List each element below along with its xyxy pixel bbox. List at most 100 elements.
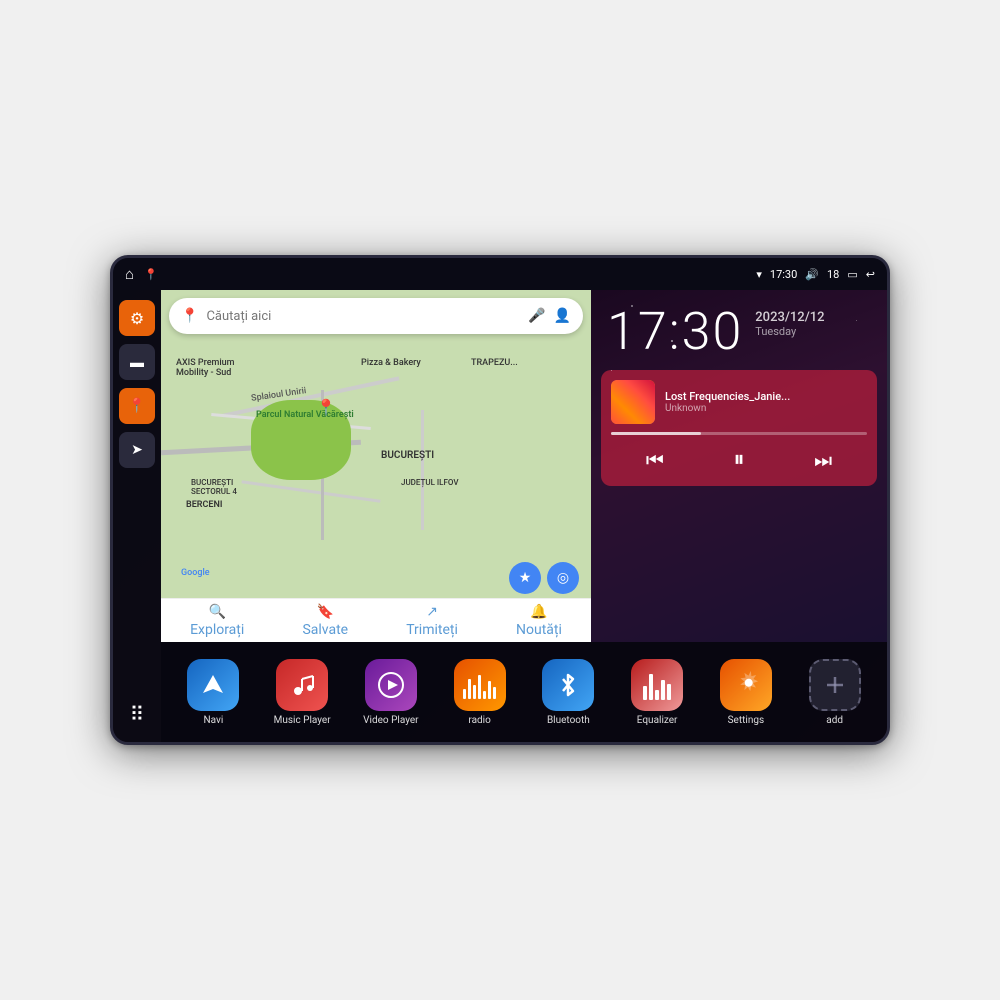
music-controls: ⏮ ⏸ ⏭ — [611, 443, 867, 476]
app-equalizer[interactable]: Equalizer — [622, 659, 692, 726]
music-info: Lost Frequencies_Janie... Unknown — [611, 380, 867, 424]
sidebar: ⚙ ▬ 📍 ➤ ⠿ — [113, 290, 161, 742]
news-label: Noutăți — [516, 622, 562, 638]
map-icon: 📍 — [128, 398, 145, 414]
bluetooth-icon — [542, 659, 594, 711]
map-road — [421, 410, 424, 530]
explore-label: Explorați — [190, 622, 244, 638]
sidebar-files-btn[interactable]: ▬ — [119, 344, 155, 380]
wifi-icon: ▾ — [756, 268, 762, 281]
device: ⌂ 📍 ▾ 17:30 🔊 18 ▭ ↩ ⚙ ▬ 📍 — [110, 255, 890, 745]
add-icon — [809, 659, 861, 711]
sidebar-settings-btn[interactable]: ⚙ — [119, 300, 155, 336]
map-label-buc: BUCUREȘTI — [381, 450, 434, 461]
back-icon[interactable]: ↩ — [866, 268, 875, 281]
account-icon[interactable]: 👤 — [554, 308, 571, 324]
content-area: AXIS PremiumMobility - Sud Pizza & Baker… — [161, 290, 887, 742]
map-saved-btn[interactable]: 🔖 Salvate — [302, 604, 348, 638]
grid-icon: ⠿ — [130, 702, 145, 726]
music-text: Lost Frequencies_Janie... Unknown — [665, 390, 867, 414]
right-panel: 17:30 2023/12/12 Tuesday — [591, 290, 887, 642]
map-news-btn[interactable]: 🔔 Noutăți — [516, 604, 562, 638]
clock-time: 17:30 — [607, 306, 743, 358]
time-display: 17:30 — [770, 268, 797, 281]
battery-number: 18 — [827, 268, 839, 281]
sidebar-maps-btn[interactable]: 📍 — [119, 388, 155, 424]
album-art — [611, 380, 655, 424]
map-location-pin: 📍 — [316, 398, 336, 417]
google-maps-icon: 📍 — [181, 308, 198, 324]
map-label-sector: BUCUREȘTISECTORUL 4 — [191, 478, 237, 496]
home-icon[interactable]: ⌂ — [125, 265, 134, 283]
app-music-player[interactable]: Music Player — [267, 659, 337, 726]
music-player-icon — [276, 659, 328, 711]
main-area: ⚙ ▬ 📍 ➤ ⠿ — [113, 290, 887, 742]
files-icon: ▬ — [130, 354, 144, 371]
prev-track-btn[interactable]: ⏮ — [638, 444, 672, 476]
app-add[interactable]: add — [800, 659, 870, 726]
star — [856, 320, 857, 321]
bluetooth-label: Bluetooth — [547, 715, 590, 726]
navi-icon — [187, 659, 239, 711]
clock-section: 17:30 2023/12/12 Tuesday — [591, 290, 887, 366]
date-display: 2023/12/12 — [755, 310, 824, 325]
status-bar: ⌂ 📍 ▾ 17:30 🔊 18 ▭ ↩ — [113, 258, 887, 290]
map-label-trap: TRAPEZU... — [471, 358, 518, 368]
music-player-label: Music Player — [274, 715, 331, 726]
volume-icon: 🔊 — [805, 268, 819, 281]
map-explore-btn[interactable]: 🔍 Explorați — [190, 604, 244, 638]
nav-icon: ➤ — [131, 442, 143, 458]
app-navi[interactable]: Navi — [178, 659, 248, 726]
video-player-icon — [365, 659, 417, 711]
status-right: ▾ 17:30 🔊 18 ▭ ↩ — [756, 268, 875, 281]
music-artist: Unknown — [665, 403, 867, 414]
settings-icon: ⚙ — [130, 309, 144, 328]
pause-btn[interactable]: ⏸ — [725, 443, 752, 476]
settings-label: Settings — [728, 715, 765, 726]
status-left: ⌂ 📍 — [125, 265, 158, 283]
clock-date: 2023/12/12 Tuesday — [755, 306, 824, 338]
map-star-btn[interactable]: ★ — [509, 562, 541, 594]
app-dock: Navi Music Player — [161, 642, 887, 742]
navi-label: Navi — [203, 715, 223, 726]
map-container[interactable]: AXIS PremiumMobility - Sud Pizza & Baker… — [161, 290, 591, 642]
radio-label: radio — [468, 715, 490, 726]
equalizer-label: Equalizer — [637, 715, 678, 726]
battery-icon: ▭ — [847, 268, 857, 281]
music-widget: Lost Frequencies_Janie... Unknown ⏮ ⏸ ⏭ — [601, 370, 877, 486]
music-progress-bar[interactable] — [611, 432, 867, 435]
add-label: add — [826, 715, 843, 726]
equalizer-icon — [631, 659, 683, 711]
map-label-park: Parcul Natural Văcărești — [256, 410, 354, 420]
map-bottom-nav: 🔍 Explorați 🔖 Salvate ↗ Trimiteți 🔔 — [161, 598, 591, 642]
star — [611, 370, 612, 371]
maps-status-icon[interactable]: 📍 — [144, 268, 158, 281]
map-label-ilfov: JUDEȚUL ILFOV — [401, 478, 459, 487]
map-label-berceni: BERCENI — [186, 500, 222, 510]
map-search-bar[interactable]: 📍 Căutați aici 🎤 👤 — [169, 298, 583, 334]
day-display: Tuesday — [755, 325, 824, 338]
voice-search-icon[interactable]: 🎤 — [528, 308, 545, 324]
app-settings[interactable]: Settings — [711, 659, 781, 726]
app-bluetooth[interactable]: Bluetooth — [533, 659, 603, 726]
map-label-pizza: Pizza & Bakery — [361, 358, 421, 368]
sidebar-nav-btn[interactable]: ➤ — [119, 432, 155, 468]
map-label-axis: AXIS PremiumMobility - Sud — [176, 358, 235, 378]
star — [631, 305, 633, 307]
saved-label: Salvate — [302, 622, 348, 638]
map-label-google: Google — [181, 568, 210, 578]
map-share-btn[interactable]: ↗ Trimiteți — [406, 604, 458, 638]
video-player-label: Video Player — [363, 715, 418, 726]
settings-app-icon — [720, 659, 772, 711]
top-section: AXIS PremiumMobility - Sud Pizza & Baker… — [161, 290, 887, 642]
search-placeholder: Căutați aici — [206, 309, 520, 324]
next-track-btn[interactable]: ⏭ — [806, 444, 840, 476]
map-location-btn[interactable]: ◎ — [547, 562, 579, 594]
radio-icon — [454, 659, 506, 711]
share-label: Trimiteți — [406, 622, 458, 638]
music-title: Lost Frequencies_Janie... — [665, 390, 867, 403]
star — [671, 340, 673, 342]
app-radio[interactable]: radio — [445, 659, 515, 726]
app-video-player[interactable]: Video Player — [356, 659, 426, 726]
sidebar-apps-btn[interactable]: ⠿ — [119, 696, 155, 732]
